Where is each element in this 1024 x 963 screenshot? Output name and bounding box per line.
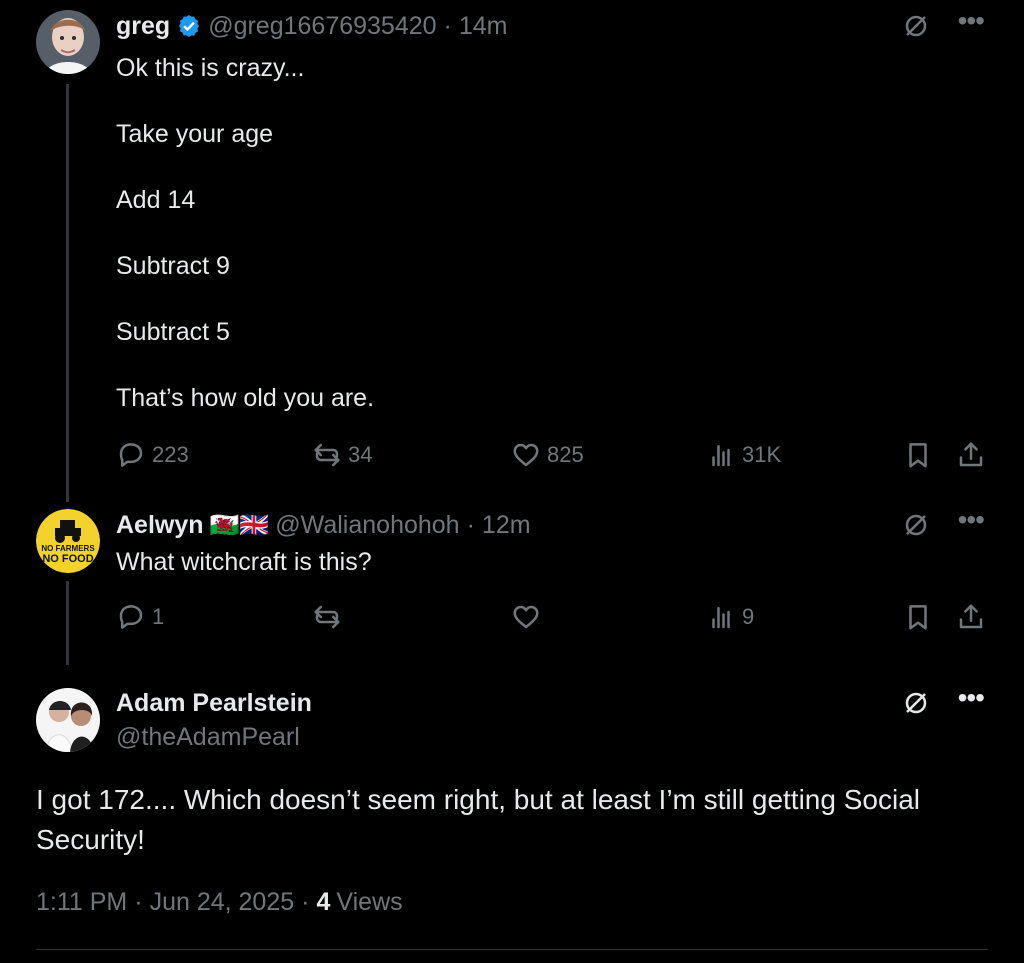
heart-icon [513,443,539,467]
tweet-actions: 223 34 825 31K [116,438,984,472]
more-options-icon[interactable]: ••• [958,684,985,712]
reply-button[interactable]: 1 [116,600,164,634]
separator-dot: · [443,11,452,40]
heart-icon [513,605,539,629]
timestamp[interactable]: 14m [459,12,508,41]
tweet-line: Add 14 [116,186,196,214]
repost-icon [314,605,340,629]
tweet-line [116,349,984,382]
bookmark-button[interactable] [903,438,933,472]
tweet-line [116,151,984,184]
display-name[interactable]: Adam Pearlstein [116,689,312,718]
share-button[interactable] [956,438,986,472]
bookmark-button[interactable] [903,600,933,634]
main-post-top-actions: ••• [902,684,985,717]
tweet-actions: 1 9 [116,600,984,634]
tweet-line: Ok this is crazy... [116,54,305,82]
display-name[interactable]: Aelwyn [116,511,204,540]
tweet-header: greg @greg16676935420 · 14m [116,10,984,42]
views-count: 31K [742,442,782,467]
main-post-handle-row: @theAdamPearl [116,721,984,753]
post-time[interactable]: 1:11 PM [36,888,127,917]
tweet-line [116,85,984,118]
views-label[interactable]: Views [336,888,402,917]
tweet-line [116,283,984,316]
analytics-icon [712,445,730,467]
views-count: 9 [742,604,755,629]
views-button[interactable]: 31K [706,438,781,472]
tweet-line [116,217,984,250]
separator-dot: · [301,888,310,916]
reply-count: 223 [152,442,189,467]
tweet-thread-container: greg @greg16676935420 · 14m ••• Ok this … [0,0,1024,963]
reply-icon [119,605,143,629]
grok-icon[interactable] [902,511,930,539]
share-icon [959,604,983,629]
bookmark-icon [909,443,927,468]
share-button[interactable] [956,600,986,634]
tweet-body: What witchcraft is this? [116,546,984,579]
separator-dot: · [134,888,143,916]
main-post-meta: 1:11 PM · Jun 24, 2025 · 4 Views [36,888,403,917]
grok-icon[interactable] [902,689,930,717]
avatar-adam[interactable] [36,688,100,752]
timestamp[interactable]: 12m [482,511,531,540]
bottom-divider [36,949,988,950]
tweet-line: Subtract 5 [116,318,230,346]
post-date[interactable]: Jun 24, 2025 [150,888,295,917]
thread-line [66,581,69,665]
avatar-greg[interactable] [36,10,100,74]
repost-button[interactable]: 34 [312,438,372,472]
grok-icon[interactable] [902,12,930,40]
flag-emojis: 🏴󠁧󠁢󠁷󠁬󠁳󠁿🇬🇧 [209,511,270,539]
verified-badge-icon [179,14,200,38]
avatar-text-line2: NO FOOD [42,553,93,565]
reply-button[interactable]: 223 [116,438,189,472]
like-count: 825 [547,442,584,467]
bookmark-icon [909,605,927,630]
repost-count: 34 [348,442,373,467]
reply-count: 1 [152,604,165,629]
tweet-line: That’s how old you are. [116,384,375,412]
tweet-line: What witchcraft is this? [116,548,372,576]
repost-button[interactable] [312,600,348,634]
separator-dot: · [466,510,475,539]
tweet-top-actions: ••• [902,506,985,539]
tweet-top-actions: ••• [902,7,985,40]
tweet-body: Ok this is crazy... Take your age Add 14… [116,52,984,415]
display-name[interactable]: greg [116,12,170,41]
share-icon [959,442,983,467]
avatar-text-line1: NO FARMERS [41,544,95,553]
like-button[interactable]: 825 [511,438,584,472]
more-options-icon[interactable]: ••• [958,7,985,35]
analytics-icon [712,607,730,629]
repost-icon [314,443,340,467]
main-post-text: I got 172.... Which doesn’t seem right, … [36,784,920,855]
tweet-line: Subtract 9 [116,252,230,280]
reply-icon [119,443,143,467]
views-count[interactable]: 4 [316,888,330,917]
handle[interactable]: @theAdamPearl [116,723,300,752]
tweet-line: Take your age [116,120,274,148]
like-button[interactable] [511,600,547,634]
thread-line [66,84,69,502]
more-options-icon[interactable]: ••• [958,506,985,534]
handle[interactable]: @Walianohohoh [275,511,459,540]
avatar-aelwyn[interactable]: NO FARMERS NO FOOD [36,509,100,573]
views-button[interactable]: 9 [706,600,754,634]
tweet-header: Aelwyn 🏴󠁧󠁢󠁷󠁬󠁳󠁿🇬🇧 @Walianohohoh · 12m [116,509,984,541]
handle[interactable]: @greg16676935420 [208,12,436,41]
main-post-name-row: Adam Pearlstein [116,687,984,719]
